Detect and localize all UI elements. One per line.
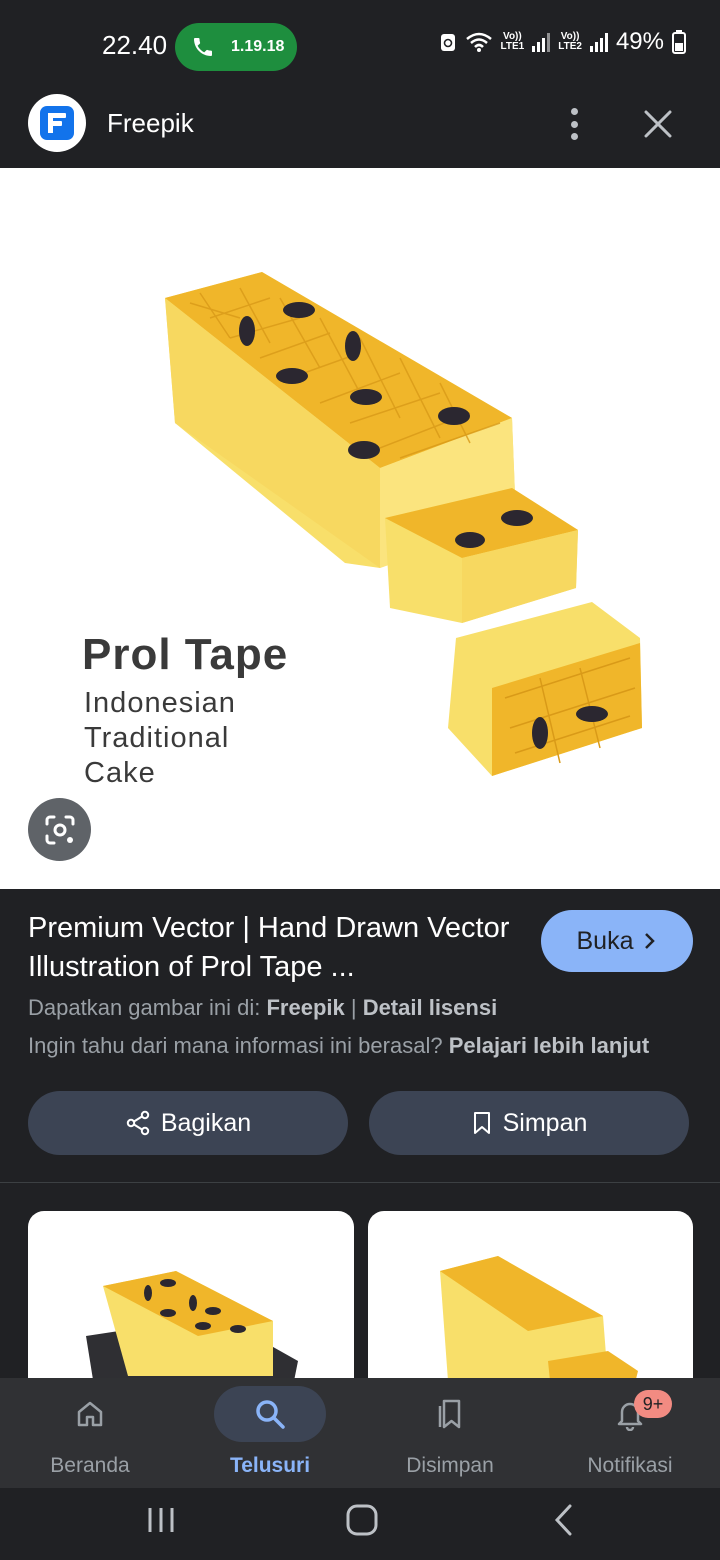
open-button-label: Buka bbox=[576, 926, 634, 955]
wifi-icon bbox=[465, 32, 492, 52]
license-link[interactable]: Detail lisensi bbox=[363, 995, 498, 1020]
google-lens-icon bbox=[45, 815, 74, 844]
ongoing-call-chip[interactable]: 1.19.18 bbox=[175, 23, 297, 71]
bookmark-icon bbox=[473, 1112, 490, 1134]
status-bar: 22.40 1.19.18 Vo)) LTE1 Vo)) LTE2 49% bbox=[0, 0, 720, 80]
status-time: 22.40 bbox=[102, 30, 168, 60]
share-button[interactable]: Bagikan bbox=[28, 1091, 348, 1155]
result-title[interactable]: Premium Vector | Hand Drawn Vector Illus… bbox=[28, 909, 518, 987]
freepik-logo-icon[interactable] bbox=[28, 94, 86, 152]
source-header: Freepik bbox=[0, 80, 720, 168]
save-label: Simpan bbox=[502, 1108, 588, 1137]
battery-percent: 49% bbox=[615, 28, 664, 55]
image-title-text: Prol Tape bbox=[82, 630, 289, 679]
learn-line: Ingin tahu dari mana informasi ini beras… bbox=[28, 1033, 650, 1058]
nav-notifikasi[interactable]: 9+ Notifikasi bbox=[540, 1378, 720, 1488]
recent-apps-icon[interactable] bbox=[145, 1504, 177, 1536]
nav-disimpan-label: Disimpan bbox=[406, 1454, 494, 1477]
nav-beranda-label: Beranda bbox=[50, 1454, 130, 1477]
call-timer: 1.19.18 bbox=[231, 38, 285, 55]
image-info-panel: Premium Vector | Hand Drawn Vector Illus… bbox=[0, 889, 720, 1182]
google-lens-button[interactable] bbox=[28, 798, 91, 861]
phone-icon bbox=[194, 38, 212, 56]
share-icon bbox=[126, 1110, 150, 1136]
image-preview[interactable]: Prol Tape Indonesian Traditional Cake bbox=[0, 168, 720, 889]
sim1-label: Vo)) LTE1 bbox=[500, 31, 525, 52]
image-subtitle-text: Indonesian Traditional Cake bbox=[84, 687, 236, 789]
divider bbox=[0, 1182, 720, 1183]
chevron-right-icon bbox=[645, 933, 656, 949]
notification-badge: 9+ bbox=[634, 1390, 672, 1418]
open-button[interactable]: Buka bbox=[541, 910, 693, 972]
learn-more-link[interactable]: Pelajari lebih lanjut bbox=[449, 1033, 650, 1058]
nav-notifikasi-label: Notifikasi bbox=[587, 1454, 673, 1477]
home-button-icon[interactable] bbox=[344, 1502, 380, 1538]
home-icon bbox=[77, 1401, 103, 1427]
search-icon bbox=[256, 1400, 285, 1429]
sim2-label: Vo)) LTE2 bbox=[558, 31, 582, 52]
source-link[interactable]: Freepik bbox=[266, 995, 344, 1020]
share-label: Bagikan bbox=[160, 1108, 252, 1137]
nav-telusuri[interactable]: Telusuri bbox=[180, 1378, 360, 1488]
system-navigation-bar bbox=[0, 1488, 720, 1560]
nav-beranda[interactable]: Beranda bbox=[0, 1378, 180, 1488]
bottom-navigation: Beranda Telusuri Disimpan 9+ Notifikasi bbox=[0, 1378, 720, 1488]
nav-telusuri-label: Telusuri bbox=[229, 1454, 311, 1477]
recycle-icon bbox=[440, 34, 455, 51]
signal-1-icon bbox=[532, 32, 551, 52]
battery-icon bbox=[672, 30, 686, 54]
status-icons: Vo)) LTE1 Vo)) LTE2 49% bbox=[439, 28, 686, 56]
source-line: Dapatkan gambar ini di: Freepik | Detail… bbox=[28, 995, 498, 1020]
more-vert-icon[interactable] bbox=[560, 104, 588, 144]
saved-icon bbox=[438, 1399, 461, 1429]
save-button[interactable]: Simpan bbox=[369, 1091, 689, 1155]
close-icon[interactable] bbox=[640, 106, 676, 142]
back-icon[interactable] bbox=[550, 1502, 578, 1538]
nav-disimpan[interactable]: Disimpan bbox=[360, 1378, 540, 1488]
signal-2-icon bbox=[589, 32, 608, 52]
site-name[interactable]: Freepik bbox=[107, 108, 194, 139]
